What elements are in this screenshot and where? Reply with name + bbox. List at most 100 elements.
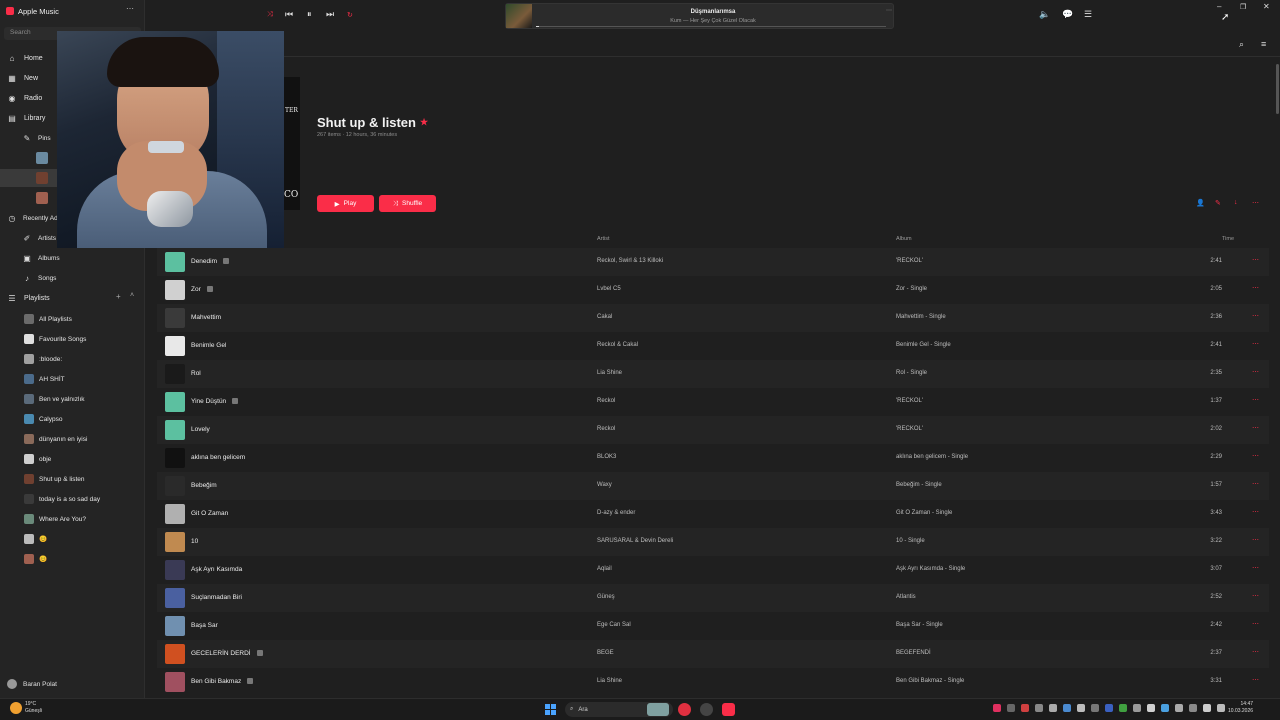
tray-icon[interactable] xyxy=(1035,704,1043,712)
table-row[interactable]: Yine Düştün Reckol 'RECKOL' 1:37 ⋯ xyxy=(157,388,1269,416)
add-friend-icon[interactable]: 👤 xyxy=(1196,199,1205,207)
song-artist[interactable]: BEGE xyxy=(597,650,614,656)
sidebar-playlist-item[interactable]: 😊 xyxy=(0,529,145,549)
tray-icon[interactable] xyxy=(1021,704,1029,712)
now-playing-lcd[interactable]: Düşmanlarımsa Kum — Her Şey Çok Güzel Ol… xyxy=(505,3,894,29)
restore-button[interactable]: ❐ xyxy=(1240,3,1246,11)
repeat-icon[interactable]: ↻ xyxy=(347,11,353,19)
lyrics-icon[interactable]: 💬 xyxy=(1062,9,1073,20)
song-artist[interactable]: Güneş xyxy=(597,594,615,600)
landscape-widget-icon[interactable] xyxy=(647,703,669,716)
song-artist[interactable]: Reckol & Cakal xyxy=(597,342,638,348)
song-album[interactable]: 'RECKOL' xyxy=(896,398,923,404)
tray-icon[interactable] xyxy=(1063,704,1071,712)
table-row[interactable]: 10 SARUSARAL & Devin Dereli 10 - Single 3:2… xyxy=(157,528,1269,556)
add-playlist-icon[interactable]: + xyxy=(116,292,121,301)
row-more-icon[interactable]: ⋯ xyxy=(1252,452,1259,460)
clock[interactable]: 14:47 10.03.2026 xyxy=(1228,701,1253,715)
row-more-icon[interactable]: ⋯ xyxy=(1252,368,1259,376)
sidebar-item-albums[interactable]: ▣ Albums xyxy=(0,249,145,267)
row-more-icon[interactable]: ⋯ xyxy=(1252,480,1259,488)
queue-icon[interactable]: ☰ xyxy=(1084,9,1092,20)
minimize-button[interactable]: – xyxy=(1217,2,1221,11)
song-artist[interactable]: Ege Can Sal xyxy=(597,622,631,628)
tray-icon[interactable] xyxy=(1119,704,1127,712)
table-row[interactable]: Denedim Reckol, Swirl & 13 Killoki 'RECKOL… xyxy=(157,248,1269,276)
tray-icon[interactable] xyxy=(1133,704,1141,712)
song-album[interactable]: 10 - Single xyxy=(896,538,925,544)
sidebar-playlist-item[interactable]: All Playlists xyxy=(0,309,145,329)
search-icon[interactable]: ⌕ xyxy=(1239,39,1244,50)
table-row[interactable]: Aşk Ayrı Kasımda Aqlail Aşk Ayrı Kasımda -… xyxy=(157,556,1269,584)
weather-widget[interactable]: 19°C Güneşli xyxy=(10,701,42,715)
song-artist[interactable]: BLOK3 xyxy=(597,454,616,460)
vivaldi-icon[interactable] xyxy=(678,703,691,716)
close-button[interactable]: ✕ xyxy=(1263,2,1270,11)
tray-icon[interactable] xyxy=(1091,704,1099,712)
table-row[interactable]: Ben Gibi Bakmaz Lia Shine Ben Gibi Bakmaz … xyxy=(157,668,1269,696)
song-artist[interactable]: Lia Shine xyxy=(597,678,622,684)
sidebar-playlist-item[interactable]: 😊 xyxy=(0,549,145,569)
pause-icon[interactable]: ⏸ xyxy=(307,9,312,20)
next-icon[interactable]: ⏭ xyxy=(326,9,334,20)
table-row[interactable]: Başa Sar Ege Can Sal Başa Sar - Single 2:42… xyxy=(157,612,1269,640)
sidebar-playlist-item[interactable]: obje xyxy=(0,449,145,469)
table-row[interactable]: Lovely Reckol 'RECKOL' 2:02 ⋯ xyxy=(157,416,1269,444)
sidebar-playlist-item[interactable]: AH SHİT xyxy=(0,369,145,389)
song-album[interactable]: 'RECKOL' xyxy=(896,258,923,264)
sidebar-item-songs[interactable]: ♪ Songs xyxy=(0,269,145,287)
tray-icon[interactable] xyxy=(1147,704,1155,712)
table-row[interactable]: Suçlanmadan Biri Güneş Atlantis 2:52 ⋯ xyxy=(157,584,1269,612)
table-row[interactable]: aklına ben gelicem BLOK3 aklına ben gelice… xyxy=(157,444,1269,472)
more-options-icon[interactable]: ⋯ xyxy=(1252,199,1259,207)
tray-icon[interactable] xyxy=(1049,704,1057,712)
table-row[interactable]: Benimle Gel Reckol & Cakal Benimle Gel - S… xyxy=(157,332,1269,360)
song-artist[interactable]: D-azy & ender xyxy=(597,510,635,516)
tray-icon[interactable] xyxy=(1189,704,1197,712)
tray-icon[interactable] xyxy=(1077,704,1085,712)
sidebar-playlist-item[interactable]: :bloode: xyxy=(0,349,145,369)
song-artist[interactable]: Lia Shine xyxy=(597,370,622,376)
download-icon[interactable]: ↓ xyxy=(1234,199,1238,206)
sidebar-item-playlists[interactable]: ☰ Playlists xyxy=(0,289,145,307)
volume-icon[interactable]: 🔈 xyxy=(1039,9,1050,20)
video-pip[interactable] xyxy=(57,31,284,248)
column-header-time[interactable]: Time xyxy=(1222,236,1234,242)
song-artist[interactable]: Waxy xyxy=(597,482,612,488)
sidebar-playlist-item[interactable]: Favourite Songs xyxy=(0,329,145,349)
tray-icon[interactable] xyxy=(993,704,1001,712)
table-row[interactable]: Bebeğim Waxy Bebeğim - Single 1:57 ⋯ xyxy=(157,472,1269,500)
favourite-star-icon[interactable]: ★ xyxy=(420,117,428,128)
table-row[interactable]: Zor Lvbel C5 Zor - Single 2:05 ⋯ xyxy=(157,276,1269,304)
shuffle-icon[interactable]: ⤨ xyxy=(267,11,273,19)
row-more-icon[interactable]: ⋯ xyxy=(1252,648,1259,656)
sidebar-playlist-item[interactable]: today is a so sad day xyxy=(0,489,145,509)
chevron-up-icon[interactable]: ˄ xyxy=(130,292,134,299)
song-album[interactable]: Ben Gibi Bakmaz - Single xyxy=(896,678,964,684)
song-artist[interactable]: Lvbel C5 xyxy=(597,286,621,292)
tray-icon[interactable] xyxy=(1105,704,1113,712)
filter-icon[interactable]: ≡ xyxy=(1261,39,1266,49)
user-account[interactable]: Baran Polat xyxy=(7,679,57,689)
row-more-icon[interactable]: ⋯ xyxy=(1252,312,1259,320)
tray-icon[interactable] xyxy=(1161,704,1169,712)
song-album[interactable]: Benimle Gel - Single xyxy=(896,342,951,348)
tray-icon[interactable] xyxy=(1203,704,1211,712)
play-button[interactable]: ▶ Play xyxy=(317,195,374,212)
song-artist[interactable]: SARUSARAL & Devin Dereli xyxy=(597,538,673,544)
table-row[interactable]: Rol Lia Shine Rol - Single 2:35 ⋯ xyxy=(157,360,1269,388)
table-row[interactable]: GECELERİN DERDİ BEGE BEGEFENDİ 2:37 ⋯ xyxy=(157,640,1269,668)
song-album[interactable]: 'RECKOL' xyxy=(896,426,923,432)
sidebar-playlist-item[interactable]: Calypso xyxy=(0,409,145,429)
song-album[interactable]: Aşk Ayrı Kasımda - Single xyxy=(896,566,965,572)
table-row[interactable]: Git O Zaman D-azy & ender Git O Zaman - Si… xyxy=(157,500,1269,528)
tray-icon[interactable] xyxy=(1175,704,1183,712)
song-artist[interactable]: Reckol, Swirl & 13 Killoki xyxy=(597,258,663,264)
song-artist[interactable]: Aqlail xyxy=(597,566,612,572)
edit-icon[interactable]: ✎ xyxy=(1215,199,1221,207)
song-album[interactable]: Atlantis xyxy=(896,594,916,600)
playback-progress[interactable] xyxy=(536,26,886,27)
row-more-icon[interactable]: ⋯ xyxy=(1252,424,1259,432)
row-more-icon[interactable]: ⋯ xyxy=(1252,564,1259,572)
song-album[interactable]: Bebeğim - Single xyxy=(896,482,942,488)
